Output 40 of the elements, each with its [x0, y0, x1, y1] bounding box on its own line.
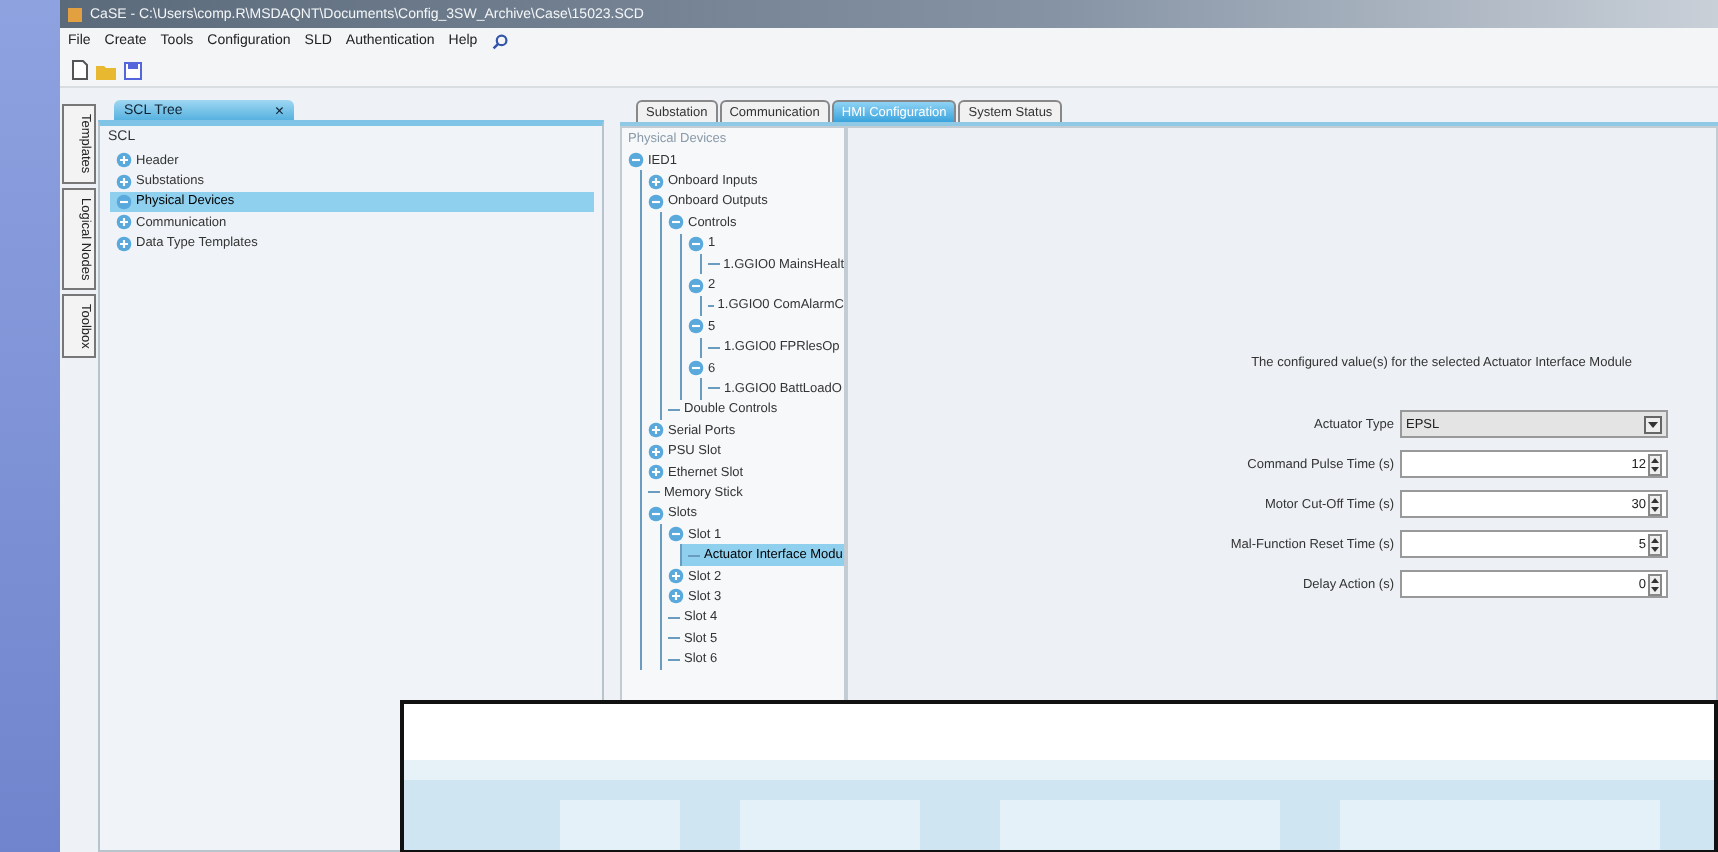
collapse-icon[interactable] — [116, 193, 132, 210]
collapse-icon[interactable] — [648, 193, 664, 210]
dropdown-caret-icon[interactable] — [1644, 415, 1662, 433]
app-icon — [68, 7, 82, 21]
expand-icon[interactable] — [116, 235, 132, 252]
tree-line-icon — [668, 611, 680, 624]
tree-line-icon — [668, 632, 680, 645]
expand-icon[interactable] — [648, 422, 664, 439]
collapse-icon[interactable] — [668, 526, 684, 543]
spinner-arrows-icon[interactable] — [1648, 533, 1662, 555]
spinner-arrows-icon[interactable] — [1648, 573, 1662, 595]
tree-line-icon — [688, 549, 700, 562]
tree-line-icon — [648, 486, 660, 499]
new-file-icon[interactable] — [72, 60, 88, 80]
expand-icon[interactable] — [648, 173, 664, 190]
tree-line-icon — [668, 653, 680, 666]
spinner-arrows-icon[interactable] — [1648, 453, 1662, 475]
folder-icon[interactable] — [96, 61, 116, 79]
tree-line-icon — [708, 382, 720, 395]
spinner-arrows-icon[interactable] — [1648, 493, 1662, 515]
collapse-icon[interactable] — [668, 214, 684, 231]
tree-line-icon — [708, 341, 720, 354]
collapse-icon[interactable] — [648, 505, 664, 522]
close-tab-button[interactable]: × — [274, 101, 284, 119]
save-icon[interactable] — [124, 61, 142, 79]
collapse-icon[interactable] — [688, 360, 704, 377]
expand-icon[interactable] — [668, 568, 684, 584]
collapse-icon[interactable] — [628, 152, 644, 169]
collapse-icon[interactable] — [688, 318, 704, 335]
expand-icon[interactable] — [648, 443, 664, 460]
collapse-icon[interactable] — [688, 277, 704, 294]
expand-icon[interactable] — [116, 152, 132, 169]
expand-icon[interactable] — [116, 214, 132, 231]
collapse-icon[interactable] — [688, 235, 704, 252]
search-icon[interactable] — [491, 33, 508, 49]
tree-line-icon — [708, 258, 720, 271]
tree-line-icon — [668, 403, 680, 416]
expand-icon[interactable] — [648, 464, 664, 481]
expand-icon[interactable] — [116, 173, 132, 190]
expand-icon[interactable] — [668, 588, 684, 605]
